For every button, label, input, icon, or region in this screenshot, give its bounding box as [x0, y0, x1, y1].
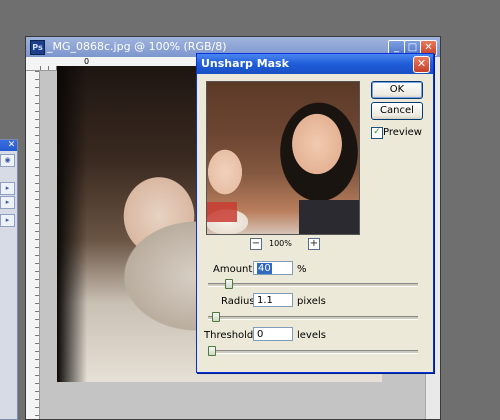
threshold-unit: levels	[297, 330, 326, 341]
radius-slider-thumb[interactable]	[212, 312, 221, 322]
preview-label: Preview	[383, 127, 422, 138]
zoom-level: 100%	[269, 239, 292, 248]
photoshop-file-icon: Ps	[30, 40, 45, 55]
amount-unit: %	[297, 264, 307, 275]
threshold-input[interactable]: 0	[253, 327, 293, 341]
vertical-ruler[interactable]	[26, 71, 40, 419]
preview-detail	[207, 202, 237, 222]
cancel-button[interactable]: Cancel	[371, 102, 423, 120]
document-title: _MG_0868c.jpg @ 100% (RGB/8)	[47, 40, 227, 53]
dialog-title: Unsharp Mask	[201, 57, 289, 70]
zoom-in-button[interactable]: +	[308, 238, 320, 250]
amount-input[interactable]: 40	[253, 261, 293, 275]
amount-slider-track[interactable]	[208, 283, 418, 287]
palette-button[interactable]: ▸	[0, 214, 15, 227]
amount-slider-thumb[interactable]	[224, 279, 233, 289]
ok-button[interactable]: OK	[371, 81, 423, 99]
preview-detail	[299, 200, 359, 234]
radius-slider-track[interactable]	[208, 316, 418, 320]
amount-label: Amount:	[213, 264, 256, 275]
ruler-origin-label: 0	[84, 57, 90, 66]
threshold-slider-thumb[interactable]	[208, 346, 216, 356]
ruler-corner[interactable]	[26, 57, 41, 71]
dialog-close-button[interactable]: ✕	[413, 56, 430, 73]
palette-button[interactable]: ▸	[0, 196, 15, 209]
preview-checkbox[interactable]: ✓	[371, 127, 383, 139]
unsharp-mask-dialog: Unsharp Mask ✕ − 100% + OK Cancel ✓ Prev…	[196, 53, 434, 373]
filter-preview[interactable]	[206, 81, 360, 235]
palette-close-icon[interactable]: ✕	[7, 141, 16, 150]
palette-button[interactable]: ▸	[0, 182, 15, 195]
photo-shadow	[57, 66, 87, 382]
threshold-slider-track[interactable]	[208, 350, 418, 354]
threshold-label: Threshold:	[204, 330, 257, 341]
radius-input[interactable]: 1.1	[253, 293, 293, 307]
zoom-out-button[interactable]: −	[250, 238, 262, 250]
palette-button[interactable]: ◉	[0, 154, 15, 167]
radius-unit: pixels	[297, 296, 326, 307]
amount-value: 40	[257, 263, 272, 274]
dialog-titlebar[interactable]: Unsharp Mask ✕	[197, 54, 433, 74]
tool-palette: ✕ ◉ ▸ ▸ ▸	[0, 139, 18, 420]
